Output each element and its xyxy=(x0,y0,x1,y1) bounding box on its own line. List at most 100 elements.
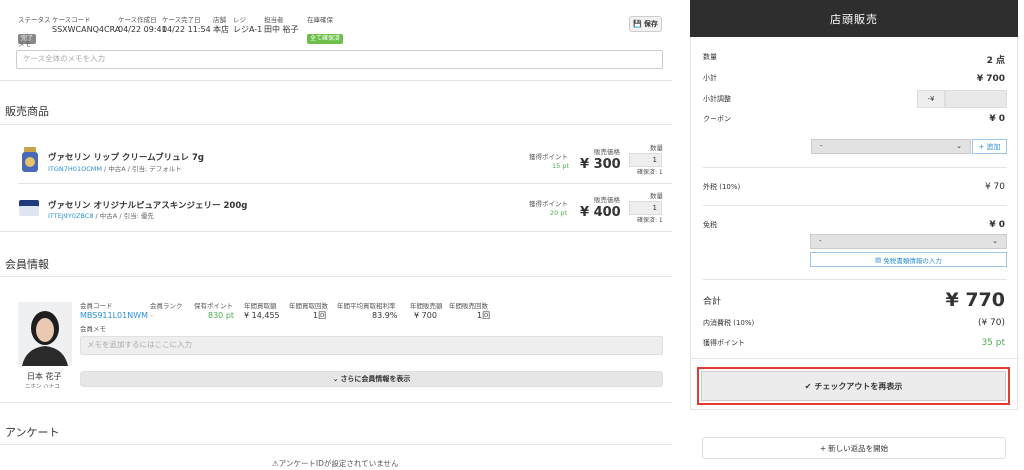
product-points: 15 pt xyxy=(552,162,570,170)
tax-free-select[interactable]: - ⌄ xyxy=(810,234,1007,249)
avatar-icon xyxy=(22,311,68,366)
save-button[interactable]: 💾 保存 xyxy=(629,16,662,32)
member-code-label: 会員コード xyxy=(80,302,113,310)
plus-icon: + xyxy=(819,443,827,453)
divider xyxy=(18,183,672,184)
chevron-down-icon: ⌄ xyxy=(956,142,962,150)
product-points: 20 pt xyxy=(550,209,568,217)
completed-date: 04/22 11:54 xyxy=(162,25,211,34)
checkout-highlight: ✔ チェックアウトを再表示 xyxy=(697,367,1010,405)
divider xyxy=(0,80,672,81)
member-memo-input[interactable]: メモを追加するにはここに入力 xyxy=(80,336,663,355)
reserved-count: 確保済: 1 xyxy=(637,217,663,224)
show-more-member-button[interactable]: ⌄ さらに会員情報を表示 xyxy=(80,371,663,387)
created-date: 04/22 09:41 xyxy=(118,25,167,34)
lip-cream-product-image xyxy=(22,147,38,172)
member-points-label: 保有ポイント xyxy=(194,302,233,310)
staff-label: 担当者 xyxy=(264,16,284,24)
qty-input[interactable]: 1 xyxy=(629,153,662,167)
tax-in-label: 内消費税 (10%) xyxy=(703,319,755,327)
sales-count: 1回 xyxy=(477,311,491,320)
product-code-link[interactable]: ITTEJ9Y0ZBC8 xyxy=(48,212,93,220)
product-meta: / 中古A / 引当: 優先 xyxy=(93,212,154,220)
product-price: ¥ 300 xyxy=(580,157,621,172)
divider xyxy=(691,358,1019,359)
margin-label: 年間平均買取粗利率 xyxy=(337,302,396,310)
points-label: 獲得ポイント xyxy=(529,153,568,161)
rank-label: 会員ランク xyxy=(150,302,183,310)
buy-count-label: 年間買取回数 xyxy=(289,302,328,310)
price-label: 販売価格 xyxy=(594,196,620,204)
adjust-input[interactable] xyxy=(945,90,1007,108)
divider xyxy=(0,276,672,277)
stock-label: 在庫確保 xyxy=(307,16,333,24)
qty-label: 数量 xyxy=(650,144,663,152)
sales-count-label: 年間販売回数 xyxy=(449,302,488,310)
product-meta: / 中古A / 引当: デフォルト xyxy=(101,165,182,173)
warning-icon: ⚠ xyxy=(272,459,279,468)
tax-ex-value: ¥ 70 xyxy=(984,182,1005,192)
register-value: レジA-1 xyxy=(233,25,263,34)
qty-label: 数量 xyxy=(650,192,663,200)
coupon-value: ¥ 0 xyxy=(989,114,1005,124)
member-title: 会員情報 xyxy=(5,258,49,271)
sales-amount: ¥ 700 xyxy=(414,311,437,320)
product-row: ヴァセリン オリジナルピュアスキンジェリー 200g ITTEJ9Y0ZBC8 … xyxy=(0,187,672,227)
member-kana: ニホン ハナコ xyxy=(25,384,60,390)
member-name: 日本 花子 xyxy=(27,372,62,381)
chevron-down-icon: ⌄ xyxy=(332,375,339,383)
panel-title: 店頭販売 xyxy=(690,0,1018,37)
summary-box: 数量 2 点 小計 ¥ 700 小計調整 -¥ クーポン ¥ 0 - ⌄ + 追加… xyxy=(690,37,1019,410)
points-label: 獲得ポイント xyxy=(529,200,568,208)
tax-free-docs-button[interactable]: ▤ 免税書類情報の入力 xyxy=(810,252,1007,267)
product-name: ヴァセリン リップ クリームブリュレ 7g xyxy=(48,153,204,163)
redisplay-checkout-button[interactable]: ✔ チェックアウトを再表示 xyxy=(701,371,1006,401)
total-label: 合計 xyxy=(703,297,722,307)
product-price: ¥ 400 xyxy=(580,205,621,220)
id-card-icon: ▤ xyxy=(875,255,882,264)
qty-input[interactable]: 1 xyxy=(629,201,662,215)
total-qty: 2 点 xyxy=(986,56,1005,66)
adjust-label: 小計調整 xyxy=(703,95,731,103)
coupon-label: クーポン xyxy=(703,115,731,123)
staff-value: 田中 裕子 xyxy=(264,25,299,34)
checkmark-icon: ✔ xyxy=(804,381,812,391)
rank-value: - xyxy=(150,311,153,320)
case-memo-input[interactable]: ケース全体のメモを入力 xyxy=(16,50,663,69)
price-label: 販売価格 xyxy=(594,148,620,156)
divider xyxy=(0,444,672,445)
divider xyxy=(0,402,672,403)
margin-value: 83.9% xyxy=(372,311,398,320)
subtotal-label: 小計 xyxy=(703,74,717,82)
jelly-product-image xyxy=(19,200,39,216)
member-code-link[interactable]: MBS911L01NWM xyxy=(80,311,148,320)
divider xyxy=(703,205,1007,206)
buy-amount-label: 年間買取額 xyxy=(244,302,277,310)
status-label: ステータス xyxy=(18,16,51,24)
register-label: レジ xyxy=(233,16,246,24)
member-photo xyxy=(18,302,72,366)
divider xyxy=(0,231,672,232)
buy-count: 1回 xyxy=(313,311,327,320)
store-label: 店舗 xyxy=(213,16,226,24)
case-code-label: ケースコード xyxy=(52,16,91,24)
product-code-link[interactable]: ITGN7H01OCMM xyxy=(48,165,102,173)
add-coupon-button[interactable]: + 追加 xyxy=(972,139,1007,154)
sales-amount-label: 年間販売額 xyxy=(410,302,443,310)
reserved-count: 確保済: 1 xyxy=(637,169,663,176)
subtotal-value: ¥ 700 xyxy=(976,74,1005,84)
divider xyxy=(0,124,672,125)
tax-ex-label: 外税 (10%) xyxy=(703,183,741,191)
memo-label: メモ xyxy=(18,40,31,48)
earn-points-label: 獲得ポイント xyxy=(703,339,745,347)
checkout-panel: 店頭販売 数量 2 点 小計 ¥ 700 小計調整 -¥ クーポン ¥ 0 - ⌄… xyxy=(690,0,1019,470)
new-return-button[interactable]: + 新しい返品を開始 xyxy=(702,437,1006,459)
buy-amount: ¥ 14,455 xyxy=(244,311,280,320)
survey-title: アンケート xyxy=(5,426,60,439)
products-title: 販売商品 xyxy=(5,105,49,118)
chevron-down-icon: ⌄ xyxy=(992,237,998,245)
tax-free-value: ¥ 0 xyxy=(989,220,1005,230)
divider xyxy=(703,167,1007,168)
coupon-select[interactable]: - ⌄ xyxy=(811,139,971,154)
completed-label: ケース完了日 xyxy=(162,16,201,24)
